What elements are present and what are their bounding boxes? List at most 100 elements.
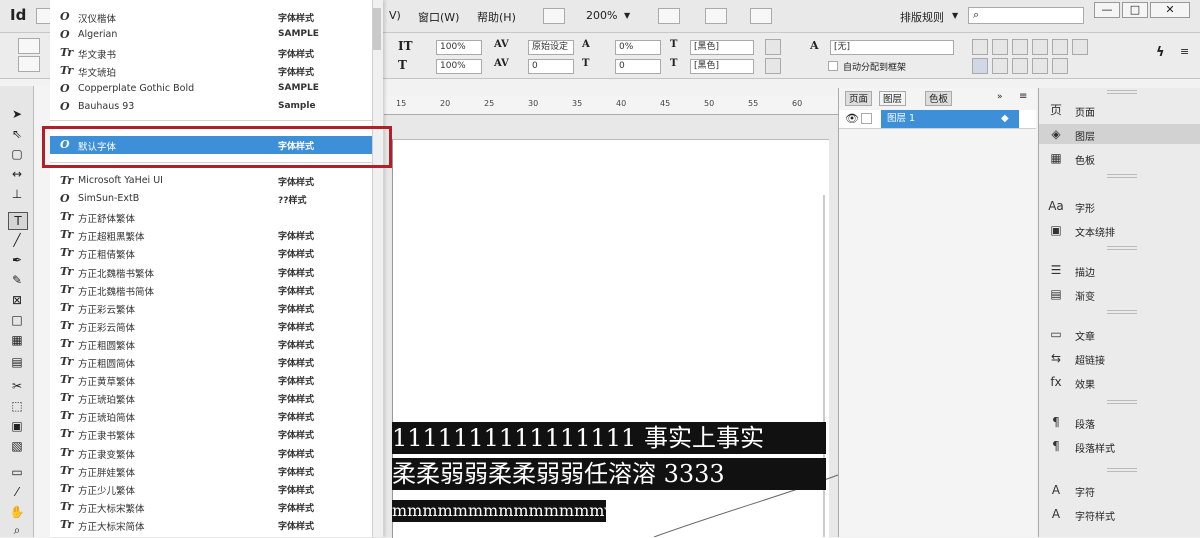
font-option[interactable]: Tr 方正胖娃繁体 字体样式 <box>50 462 382 480</box>
dock-item[interactable]: ¶ 段落样式 <box>1039 436 1200 456</box>
tab-pages[interactable]: 页面 <box>845 91 873 106</box>
search-input[interactable]: ⌕ <box>968 7 1084 24</box>
character-mode-icon[interactable] <box>18 38 40 54</box>
text-fill-button[interactable] <box>765 39 781 55</box>
font-option[interactable]: O Bauhaus 93 Sample <box>50 98 382 116</box>
gap-tool-icon[interactable]: ↔ <box>8 166 26 182</box>
bridge-icon[interactable] <box>543 8 565 24</box>
font-option[interactable]: Tr 方正隶书繁体 字体样式 <box>50 425 382 443</box>
font-option[interactable]: Tr 方正黄草繁体 字体样式 <box>50 371 382 389</box>
tab-layers[interactable]: 图层 <box>879 91 907 106</box>
workspace-switcher[interactable]: 排版规则 <box>900 9 944 25</box>
arrange-documents-icon[interactable] <box>750 8 772 24</box>
workspace-dropdown-icon[interactable]: ▼ <box>952 11 958 20</box>
font-option[interactable]: Tr 方正北魏楷书简体 字体样式 <box>50 281 382 299</box>
dock-item[interactable]: 页 页面 <box>1039 100 1200 120</box>
font-family-dropdown[interactable]: O 汉仪楷体 字体样式 O Algerian SAMPLE Tr 华文隶书 字体样式 Tr 华文琥珀… <box>50 0 383 537</box>
pencil-tool-icon[interactable]: ✎ <box>8 272 26 288</box>
layer-name[interactable]: 图层 1 <box>881 110 1019 128</box>
dock-item[interactable]: ▣ 文本绕排 <box>1039 220 1200 240</box>
baseline-shift-field[interactable]: 0% <box>615 40 661 55</box>
content-collector-icon[interactable]: ⊥ <box>8 186 26 202</box>
page-tool-icon[interactable]: ▢ <box>8 146 26 162</box>
font-option[interactable]: O Algerian SAMPLE <box>50 26 382 44</box>
font-option[interactable]: Tr 方正彩云繁体 字体样式 <box>50 299 382 317</box>
align-right-button[interactable] <box>1012 39 1028 55</box>
justify-left-button[interactable] <box>1032 39 1048 55</box>
language-field[interactable]: [无] <box>830 40 954 55</box>
note-tool-icon[interactable]: ▭ <box>8 464 26 480</box>
direct-selection-tool-icon[interactable]: ⇖ <box>8 126 26 142</box>
paragraph-mode-icon[interactable] <box>18 56 40 72</box>
dock-item[interactable]: ¶ 段落 <box>1039 412 1200 432</box>
layer-row[interactable]: 👁 图层 1 ◆ <box>839 110 1036 129</box>
vertical-scale-field[interactable]: 100% <box>436 40 482 55</box>
dock-item[interactable]: ⇆ 超链接 <box>1039 348 1200 368</box>
menu-view[interactable]: V) <box>389 9 401 22</box>
font-option[interactable]: Tr 方正粗倩繁体 字体样式 <box>50 244 382 262</box>
layer-target-icon[interactable]: ◆ <box>1001 113 1009 124</box>
document-text-line-3[interactable]: mmmmmmmmmmmmmmv <box>392 500 606 522</box>
gradient-feather-tool-icon[interactable]: ▧ <box>8 438 26 454</box>
dock-group-grip[interactable] <box>1107 90 1137 94</box>
gradient-tool-icon[interactable]: ▣ <box>8 418 26 434</box>
dropdown-scrollbar[interactable] <box>372 0 383 537</box>
scissors-tool-icon[interactable]: ✂ <box>8 378 26 394</box>
dock-group-grip[interactable] <box>1107 174 1137 178</box>
grid-align-button[interactable] <box>972 58 988 74</box>
panel-menu-icon[interactable]: ≡ <box>1180 45 1189 58</box>
eyedropper-tool-icon[interactable]: ⁄ <box>8 484 26 500</box>
rectangle-frame-tool-icon[interactable]: ⊠ <box>8 292 26 308</box>
font-option[interactable]: Tr 方正粗圆繁体 字体样式 <box>50 335 382 353</box>
dock-group-grip[interactable] <box>1107 310 1137 314</box>
zoom-dropdown-icon[interactable]: ▼ <box>624 11 630 20</box>
font-option[interactable]: Tr 华文琥珀 字体样式 <box>50 62 382 80</box>
eye-icon[interactable]: 👁 <box>845 112 859 125</box>
font-option[interactable]: O 汉仪楷体 字体样式 <box>50 8 382 26</box>
dock-group-grip[interactable] <box>1107 246 1137 250</box>
font-option[interactable]: Tr 方正少儿繁体 字体样式 <box>50 480 382 498</box>
dropdown-scrollbar-thumb[interactable] <box>373 8 381 50</box>
font-option[interactable]: Tr 方正琥珀简体 字体样式 <box>50 407 382 425</box>
selection-tool-icon[interactable]: ➤ <box>8 106 26 122</box>
font-option[interactable]: Tr 方正琥珀繁体 字体样式 <box>50 389 382 407</box>
justify-all-button[interactable] <box>1072 39 1088 55</box>
font-option[interactable]: O Copperplate Gothic Bold SAMPLE <box>50 80 382 98</box>
dock-item[interactable]: ☰ 描边 <box>1039 260 1200 280</box>
align-center-button[interactable] <box>992 39 1008 55</box>
view-options-icon[interactable] <box>658 8 680 24</box>
type-tool-icon[interactable]: T <box>8 212 28 230</box>
font-option[interactable]: Tr Microsoft YaHei UI 字体样式 <box>50 172 382 190</box>
dock-item[interactable]: Aa 字形 <box>1039 196 1200 216</box>
zoom-level[interactable]: 200% <box>586 9 617 22</box>
align-left-button[interactable] <box>972 39 988 55</box>
dock-item[interactable]: ▭ 文章 <box>1039 324 1200 344</box>
panel-menu-icon[interactable]: ≡ <box>1019 91 1027 102</box>
dock-item[interactable]: ◈ 图层 <box>1039 124 1200 144</box>
close-button[interactable]: ✕ <box>1150 2 1190 18</box>
stroke-color-field[interactable]: [黑色] <box>690 59 754 74</box>
font-option[interactable]: Tr 方正彩云简体 字体样式 <box>50 317 382 335</box>
font-option[interactable]: Tr 方正大标宋简体 字体样式 <box>50 516 382 534</box>
menu-window[interactable]: 窗口(W) <box>418 9 459 25</box>
font-option[interactable]: Tr 方正超粗黑繁体 字体样式 <box>50 226 382 244</box>
dock-item[interactable]: ▤ 渐变 <box>1039 284 1200 304</box>
dock-group-grip[interactable] <box>1107 468 1137 472</box>
fill-color-field[interactable]: [黑色] <box>690 40 754 55</box>
maximize-button[interactable]: □ <box>1122 2 1148 18</box>
free-transform-tool-icon[interactable]: ⬚ <box>8 398 26 414</box>
line-tool-icon[interactable]: ╱ <box>8 232 26 248</box>
dock-item[interactable]: A 字符样式 <box>1039 504 1200 524</box>
hand-tool-icon[interactable]: ✋ <box>8 504 26 520</box>
lock-toggle[interactable] <box>861 113 872 124</box>
font-option[interactable]: Tr 方正粗圆简体 字体样式 <box>50 353 382 371</box>
minimize-button[interactable]: — <box>1094 2 1120 18</box>
grid-align-5-button[interactable] <box>1052 58 1068 74</box>
font-option[interactable]: Tr 华文隶书 字体样式 <box>50 44 382 62</box>
horizontal-scale-field[interactable]: 100% <box>436 59 482 74</box>
document-text-line-2[interactable]: 柔柔弱弱柔柔弱弱任溶溶 3333 <box>392 458 826 490</box>
grid-align-3-button[interactable] <box>1012 58 1028 74</box>
font-option[interactable]: Tr 方正大标宋繁体 字体样式 <box>50 498 382 516</box>
pen-tool-icon[interactable]: ✒ <box>8 252 26 268</box>
grid-align-4-button[interactable] <box>1032 58 1048 74</box>
